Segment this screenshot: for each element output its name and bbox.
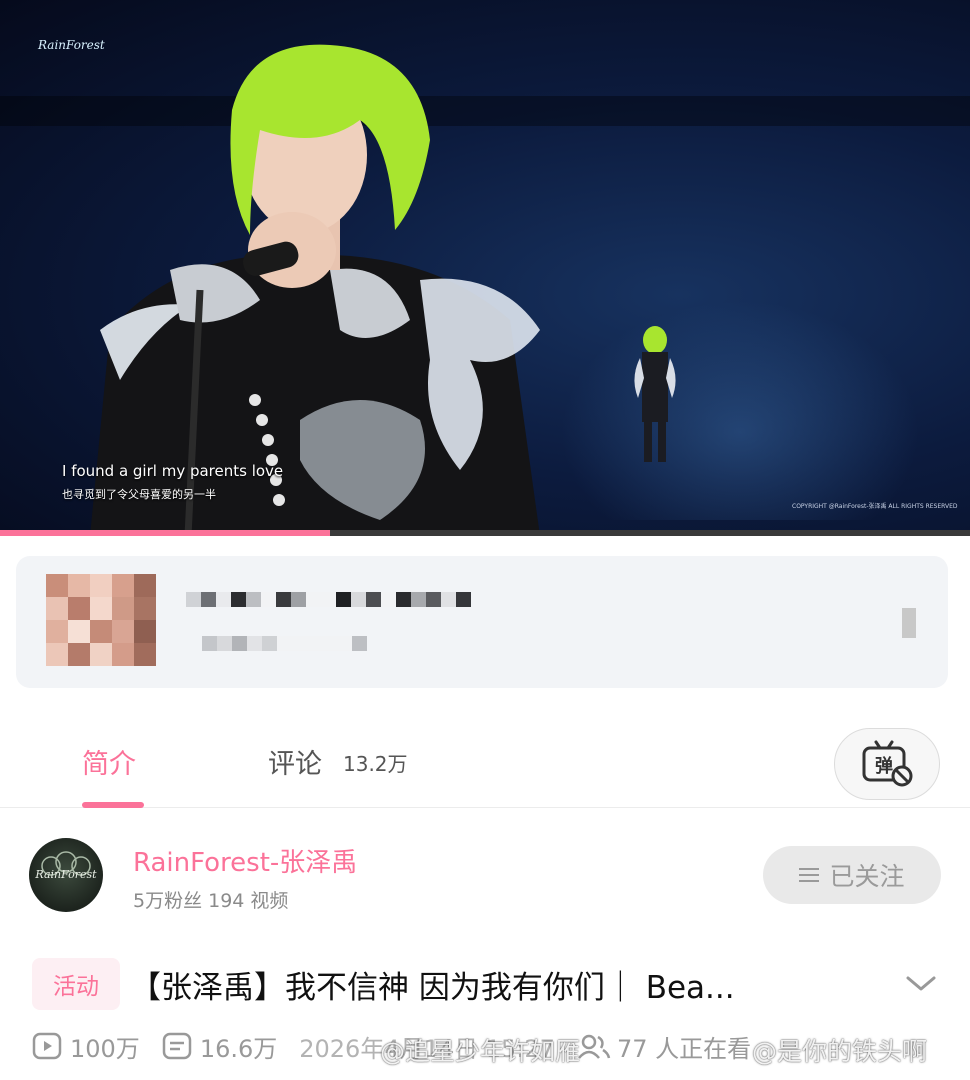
video-title: 【张泽禹】我不信神 因为我有你们｜ Bea... (130, 970, 735, 1006)
mosaic-cell (68, 643, 90, 666)
tab-comments[interactable]: 评论 (268, 742, 322, 781)
mosaic-cell (46, 574, 68, 597)
danmaku-count-icon (162, 1032, 192, 1060)
pixel-block (411, 592, 426, 607)
danmaku-toggle-button[interactable]: 弹 (834, 728, 940, 800)
pixel-block (217, 636, 232, 651)
pixel-block (306, 592, 321, 607)
mosaic-cell (68, 574, 90, 597)
mosaic-cell (134, 574, 156, 597)
singer-figure (90, 44, 540, 536)
pixel-block (291, 592, 306, 607)
copyright-watermark: COPYRIGHT @RainForest-张泽禹 ALL RIGHTS RES… (792, 503, 958, 510)
pixel-block (366, 592, 381, 607)
pixel-block (201, 592, 216, 607)
pixel-block (381, 592, 396, 607)
followed-button[interactable]: 已关注 (763, 846, 941, 904)
mosaic-cell (134, 643, 156, 666)
mosaic-cell (90, 643, 112, 666)
view-count: 100万 (70, 1034, 140, 1063)
pixel-block (322, 636, 337, 651)
svg-text:弹: 弹 (875, 755, 893, 777)
uploader-stats: 5万粉丝 194 视频 (133, 890, 289, 912)
stage-singer-figure (634, 326, 676, 462)
pixel-block (292, 636, 307, 651)
mosaic-cell (46, 597, 68, 620)
card-more-icon[interactable] (902, 608, 916, 638)
mosaic-cell (112, 574, 134, 597)
followed-label: 已关注 (829, 862, 905, 891)
tab-bar: 简介 评论 13.2万 弹 (0, 706, 970, 808)
pixel-block (262, 636, 277, 651)
uploader-avatar[interactable]: RainForest (29, 838, 103, 912)
activity-badge[interactable]: 活动 (32, 958, 120, 1010)
subtitle-chinese: 也寻觅到了令父母喜爱的另一半 (62, 488, 216, 501)
danmaku-count: 16.6万 (199, 1034, 278, 1063)
pixel-block (352, 636, 367, 651)
pixel-block (216, 592, 231, 607)
channel-logo-watermark: RainForest (38, 38, 105, 52)
progress-fill (0, 530, 330, 536)
mosaic-cell (46, 643, 68, 666)
mosaic-cell (68, 620, 90, 643)
pixelated-title (186, 592, 471, 607)
active-tab-indicator (82, 802, 144, 808)
pixel-block (246, 592, 261, 607)
video-player[interactable]: RainForest I found a girl my parents lov… (0, 0, 970, 536)
viewers-icon (577, 1034, 611, 1059)
subtitle-english: I found a girl my parents love (62, 462, 284, 480)
pixel-block (261, 592, 276, 607)
pixelated-avatar (46, 574, 156, 666)
pixel-block (202, 636, 217, 651)
pixel-block (307, 636, 322, 651)
mosaic-cell (90, 620, 112, 643)
mosaic-cell (90, 574, 112, 597)
pixel-block (336, 592, 351, 607)
pixel-block (426, 592, 441, 607)
mosaic-cell (112, 620, 134, 643)
pixel-block (441, 592, 456, 607)
weibo-watermark-left: @追星少年许如雁 (380, 1037, 581, 1066)
danmaku-off-icon: 弹 (862, 740, 913, 787)
mosaic-cell (112, 643, 134, 666)
uploader-avatar-text: RainForest (35, 868, 97, 881)
pixelated-subtitle (202, 636, 367, 651)
weibo-watermark-right: @是你的铁头啊 (752, 1037, 928, 1066)
stage-glow (560, 300, 920, 520)
pixel-block (456, 592, 471, 607)
mosaic-cell (134, 620, 156, 643)
mosaic-cell (90, 597, 112, 620)
play-count-icon (32, 1032, 62, 1060)
pixel-block (337, 636, 352, 651)
progress-bar[interactable] (0, 530, 970, 536)
pixel-block (321, 592, 336, 607)
pixel-block (276, 592, 291, 607)
pixel-block (247, 636, 262, 651)
pixel-block (396, 592, 411, 607)
pixel-block (277, 636, 292, 651)
watching-count: 77 人正在看 (616, 1034, 752, 1063)
pixel-block (231, 592, 246, 607)
menu-lines-icon (799, 868, 820, 882)
chevron-down-icon[interactable] (904, 972, 938, 994)
pixel-block (186, 592, 201, 607)
mosaic-cell (68, 597, 90, 620)
comment-count: 13.2万 (343, 752, 408, 776)
pixel-block (232, 636, 247, 651)
mosaic-cell (46, 620, 68, 643)
mosaic-cell (134, 597, 156, 620)
pixel-block (351, 592, 366, 607)
mosaic-cell (112, 597, 134, 620)
pixelated-card[interactable] (16, 556, 948, 688)
tab-intro[interactable]: 简介 (82, 742, 136, 781)
uploader-name[interactable]: RainForest-张泽禹 (133, 842, 357, 879)
